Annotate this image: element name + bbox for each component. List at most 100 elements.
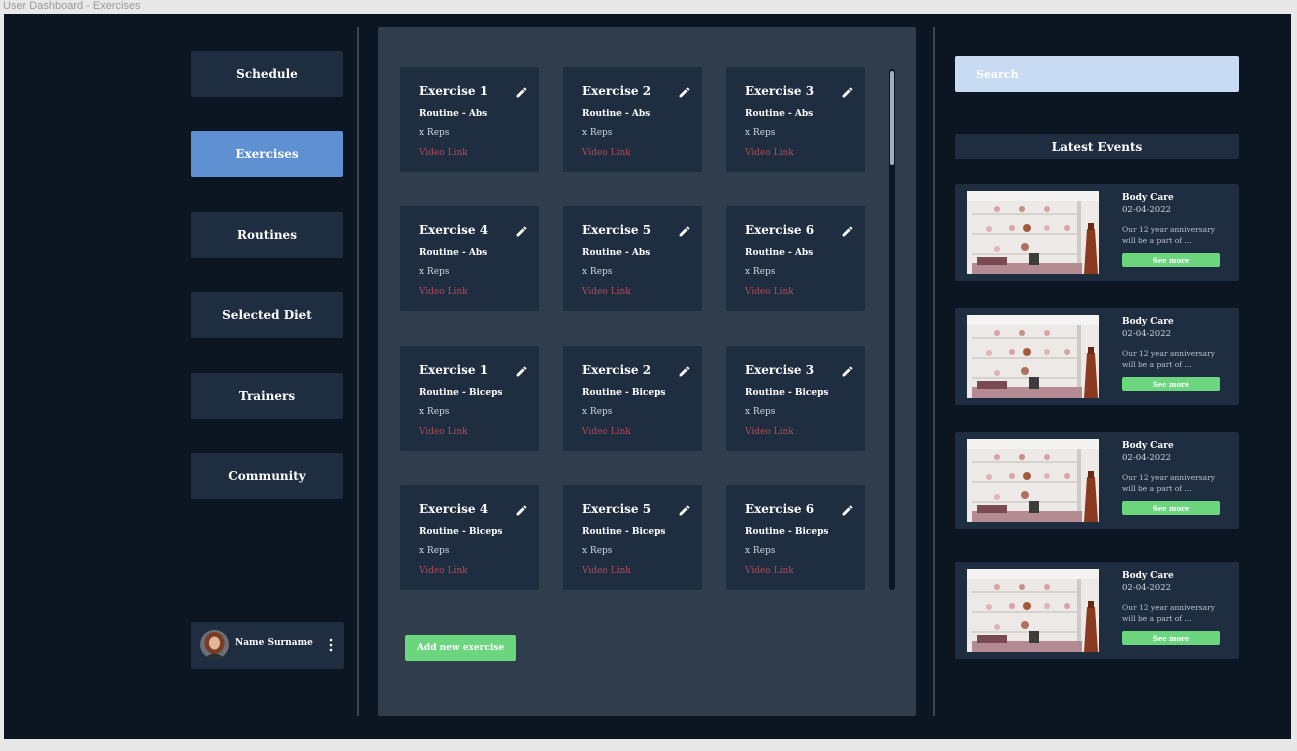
event-image <box>967 569 1099 652</box>
user-avatar <box>200 630 229 659</box>
right-divider <box>933 27 935 716</box>
pencil-icon[interactable] <box>678 84 691 98</box>
exercise-reps: x Reps <box>582 546 613 556</box>
exercise-card[interactable]: Exercise 2 Routine - Biceps x Reps Video Li… <box>563 346 702 451</box>
video-link[interactable]: Video Link <box>419 148 468 158</box>
exercise-title: Exercise 6 <box>745 223 815 237</box>
exercise-title: Exercise 5 <box>582 502 652 516</box>
exercise-reps: x Reps <box>582 407 613 417</box>
event-card[interactable]: Body Care 02-04-2022 Our 12 year anniversa… <box>955 184 1239 281</box>
pencil-icon[interactable] <box>678 363 691 377</box>
exercise-title: Exercise 6 <box>745 502 815 516</box>
exercise-routine: Routine - Biceps <box>419 527 503 537</box>
exercise-card[interactable]: Exercise 4 Routine - Biceps x Reps Video Li… <box>400 485 539 590</box>
event-description: Our 12 year anniversary will be a part o… <box>1122 349 1215 369</box>
pencil-icon[interactable] <box>515 223 528 237</box>
exercise-routine: Routine - Abs <box>745 248 814 258</box>
exercise-routine: Routine - Abs <box>745 109 814 119</box>
video-link[interactable]: Video Link <box>419 287 468 297</box>
video-link[interactable]: Video Link <box>419 566 468 576</box>
see-more-button[interactable]: See more <box>1122 631 1220 645</box>
exercise-title: Exercise 4 <box>419 223 489 237</box>
exercise-card[interactable]: Exercise 1 Routine - Biceps x Reps Video Li… <box>400 346 539 451</box>
exercise-reps: x Reps <box>419 267 450 277</box>
exercise-title: Exercise 3 <box>745 84 815 98</box>
exercise-card[interactable]: Exercise 5 Routine - Biceps x Reps Video Li… <box>563 485 702 590</box>
exercise-card[interactable]: Exercise 4 Routine - Abs x Reps Video Link <box>400 206 539 311</box>
exercise-title: Exercise 2 <box>582 84 652 98</box>
exercise-card[interactable]: Exercise 3 Routine - Biceps x Reps Video Li… <box>726 346 865 451</box>
event-image <box>967 439 1099 522</box>
event-image <box>967 191 1099 274</box>
exercise-card[interactable]: Exercise 1 Routine - Abs x Reps Video Link <box>400 67 539 172</box>
exercise-card[interactable]: Exercise 5 Routine - Abs x Reps Video Link <box>563 206 702 311</box>
exercise-routine: Routine - Abs <box>419 248 488 258</box>
pencil-icon[interactable] <box>841 223 854 237</box>
exercise-reps: x Reps <box>419 546 450 556</box>
exercise-routine: Routine - Biceps <box>419 388 503 398</box>
nav-trainers[interactable]: Trainers <box>191 373 343 419</box>
event-date: 02-04-2022 <box>1122 329 1172 339</box>
nav-exercises[interactable]: Exercises <box>191 131 343 177</box>
exercise-routine: Routine - Abs <box>419 109 488 119</box>
see-more-button[interactable]: See more <box>1122 377 1220 391</box>
exercise-routine: Routine - Abs <box>582 248 651 258</box>
exercise-routine: Routine - Biceps <box>745 388 829 398</box>
exercise-reps: x Reps <box>745 128 776 138</box>
exercise-title: Exercise 1 <box>419 363 489 377</box>
pencil-icon[interactable] <box>515 502 528 516</box>
video-link[interactable]: Video Link <box>745 427 794 437</box>
event-title: Body Care <box>1122 193 1174 203</box>
video-link[interactable]: Video Link <box>745 287 794 297</box>
nav-routines[interactable]: Routines <box>191 212 343 258</box>
exercise-reps: x Reps <box>582 267 613 277</box>
exercise-routine: Routine - Biceps <box>745 527 829 537</box>
video-link[interactable]: Video Link <box>419 427 468 437</box>
video-link[interactable]: Video Link <box>745 148 794 158</box>
window-title: User Dashboard - Exercises <box>3 0 141 12</box>
exercise-routine: Routine - Biceps <box>582 527 666 537</box>
video-link[interactable]: Video Link <box>582 427 631 437</box>
exercise-card[interactable]: Exercise 6 Routine - Abs x Reps Video Link <box>726 206 865 311</box>
exercise-title: Exercise 5 <box>582 223 652 237</box>
pencil-icon[interactable] <box>678 223 691 237</box>
video-link[interactable]: Video Link <box>745 566 794 576</box>
scrollbar-thumb[interactable] <box>890 71 894 165</box>
event-description: Our 12 year anniversary will be a part o… <box>1122 225 1215 245</box>
user-name: Name Surname <box>235 638 313 648</box>
video-link[interactable]: Video Link <box>582 287 631 297</box>
pencil-icon[interactable] <box>841 502 854 516</box>
exercise-routine: Routine - Biceps <box>582 388 666 398</box>
exercise-card[interactable]: Exercise 2 Routine - Abs x Reps Video Link <box>563 67 702 172</box>
video-link[interactable]: Video Link <box>582 148 631 158</box>
event-date: 02-04-2022 <box>1122 205 1172 215</box>
search-input[interactable] <box>955 56 1239 92</box>
user-card[interactable]: Name Surname <box>191 622 344 669</box>
pencil-icon[interactable] <box>515 363 528 377</box>
nav-selected-diet[interactable]: Selected Diet <box>191 292 343 338</box>
event-title: Body Care <box>1122 571 1174 581</box>
pencil-icon[interactable] <box>841 363 854 377</box>
event-date: 02-04-2022 <box>1122 583 1172 593</box>
exercise-title: Exercise 4 <box>419 502 489 516</box>
pencil-icon[interactable] <box>515 84 528 98</box>
exercise-card[interactable]: Exercise 6 Routine - Biceps x Reps Video Li… <box>726 485 865 590</box>
see-more-button[interactable]: See more <box>1122 501 1220 515</box>
exercise-title: Exercise 2 <box>582 363 652 377</box>
pencil-icon[interactable] <box>841 84 854 98</box>
event-date: 02-04-2022 <box>1122 453 1172 463</box>
exercise-reps: x Reps <box>419 407 450 417</box>
nav-community[interactable]: Community <box>191 453 343 499</box>
event-description: Our 12 year anniversary will be a part o… <box>1122 603 1215 623</box>
see-more-button[interactable]: See more <box>1122 253 1220 267</box>
exercise-card[interactable]: Exercise 3 Routine - Abs x Reps Video Link <box>726 67 865 172</box>
event-card[interactable]: Body Care 02-04-2022 Our 12 year anniversa… <box>955 432 1239 529</box>
add-exercise-button[interactable]: Add new exercise <box>405 635 516 661</box>
event-card[interactable]: Body Care 02-04-2022 Our 12 year anniversa… <box>955 308 1239 405</box>
exercise-routine: Routine - Abs <box>582 109 651 119</box>
event-card[interactable]: Body Care 02-04-2022 Our 12 year anniversa… <box>955 562 1239 659</box>
kebab-icon[interactable] <box>326 636 336 654</box>
video-link[interactable]: Video Link <box>582 566 631 576</box>
pencil-icon[interactable] <box>678 502 691 516</box>
nav-schedule[interactable]: Schedule <box>191 51 343 97</box>
